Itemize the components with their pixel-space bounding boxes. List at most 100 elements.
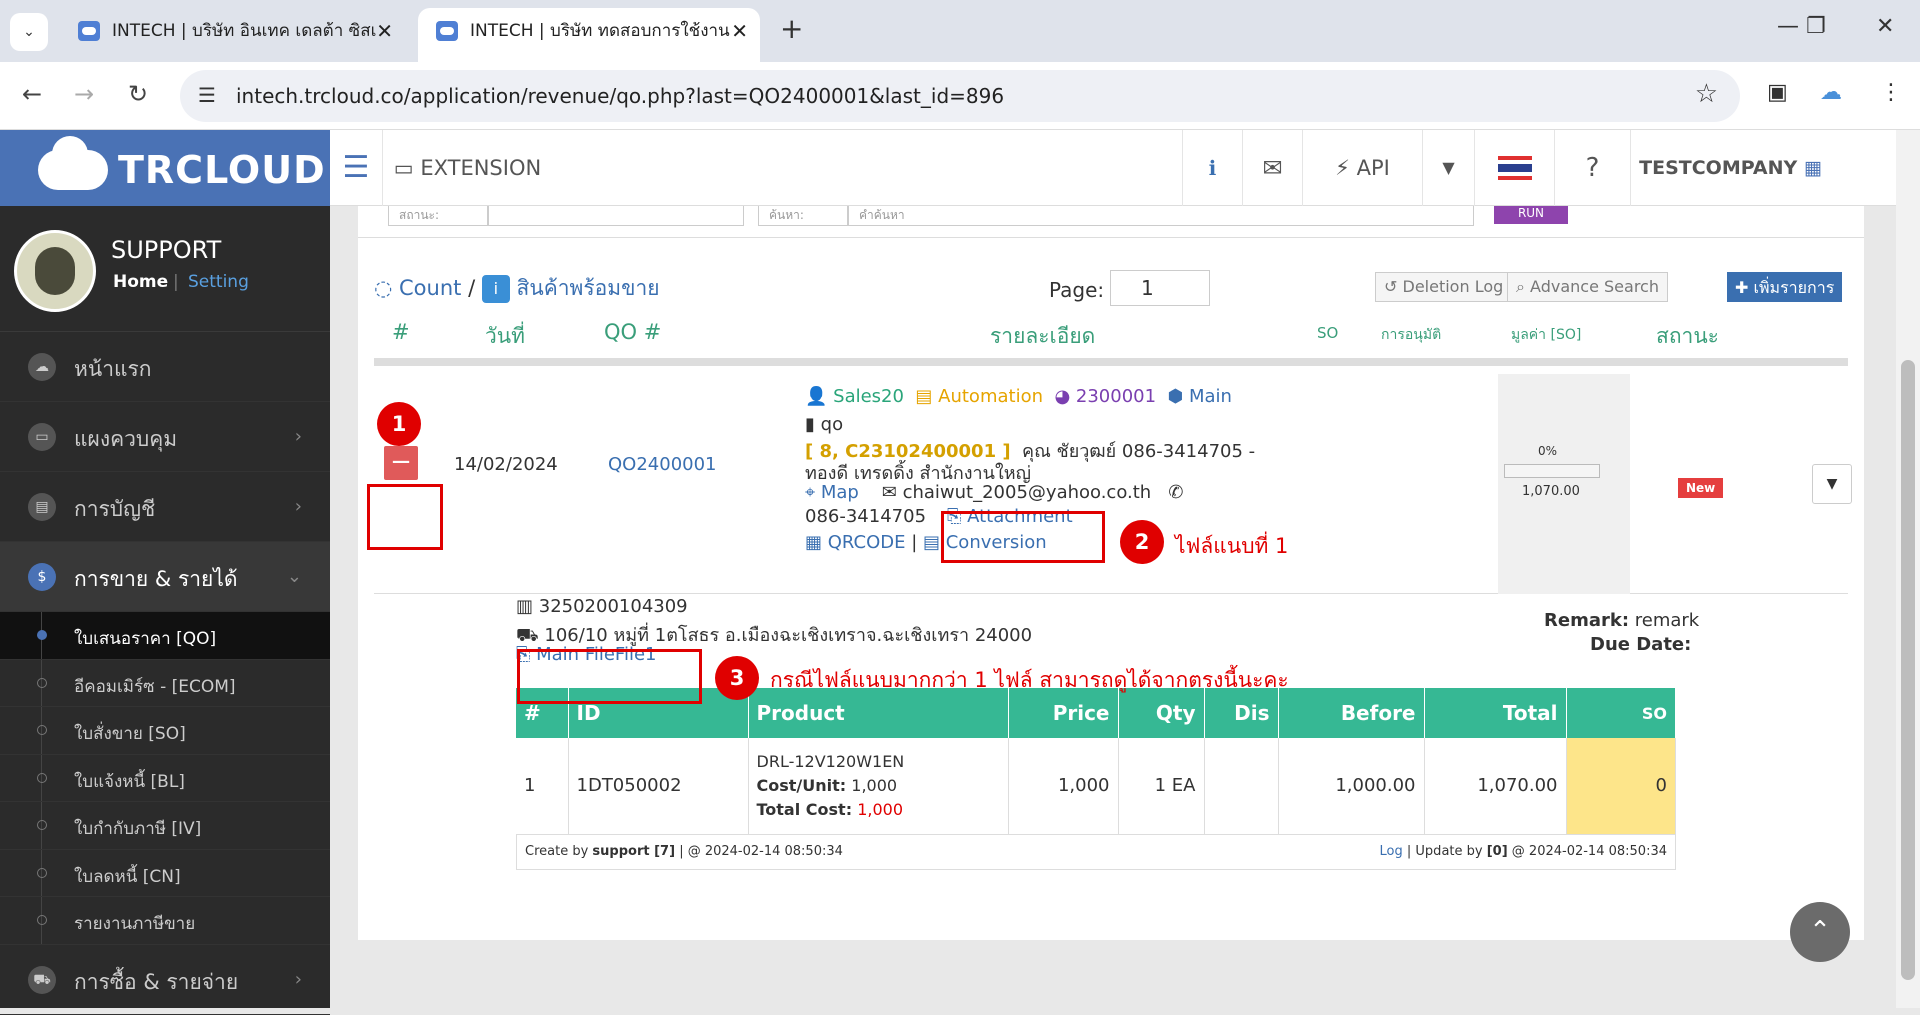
address-bar-row: ← → ↻ ☰ intech.trcloud.co/application/re… bbox=[0, 62, 1920, 130]
api-button[interactable]: ⚡ API bbox=[1302, 130, 1422, 206]
bullet-icon bbox=[37, 772, 47, 783]
chevron-right-icon: › bbox=[294, 426, 302, 447]
row-qo-link[interactable]: QO2400001 bbox=[608, 454, 717, 475]
page-scrollbar[interactable] bbox=[1896, 130, 1920, 1008]
filter-strip: สถานะ: ค้นหา: คำค้นหา RUN bbox=[358, 206, 1864, 238]
main-content: สถานะ: ค้นหา: คำค้นหา RUN ◌ Count / i สิ… bbox=[358, 206, 1864, 940]
omnibox[interactable]: ☰ intech.trcloud.co/application/revenue/… bbox=[180, 70, 1740, 122]
browser-tab-2[interactable]: INTECH | บริษัท ทดสอบการใช้งาน ✕ bbox=[418, 8, 760, 62]
language-flag-button[interactable] bbox=[1474, 130, 1554, 206]
sidebar-item-purchase[interactable]: ⛟ การซื้อ & รายจ่าย › bbox=[0, 945, 330, 1015]
forward-icon[interactable]: → bbox=[74, 80, 94, 108]
cart-icon: ⛟ bbox=[28, 965, 56, 994]
setting-link[interactable]: Setting bbox=[188, 272, 249, 292]
tab-search-button[interactable]: ⌄ bbox=[10, 13, 48, 51]
collapse-row-button[interactable]: − bbox=[384, 446, 418, 480]
site-favicon-icon bbox=[78, 21, 100, 41]
page-input[interactable]: 1 bbox=[1110, 270, 1210, 306]
home-link[interactable]: Home bbox=[113, 272, 168, 292]
refresh-icon[interactable]: ◌ bbox=[374, 276, 392, 300]
table-row: 1 1DT050002 DRL-12V120W1EN Cost/Unit: 1,… bbox=[516, 738, 1676, 835]
cloud-icon bbox=[38, 136, 108, 190]
close-tab-icon[interactable]: ✕ bbox=[731, 8, 748, 54]
profile-separator: | bbox=[173, 272, 179, 292]
user-name: SUPPORT bbox=[111, 236, 222, 264]
sidebar-subitem-ecom[interactable]: อีคอมเมิร์ซ - [ECOM] bbox=[0, 659, 330, 707]
sidebar-subitem-cn[interactable]: ใบลดหนี้ [CN] bbox=[0, 849, 330, 897]
email-icon: ✉ bbox=[881, 482, 897, 503]
sidebar-subitem-qo[interactable]: ใบเสนอราคา [QO] bbox=[0, 612, 330, 660]
search-input[interactable]: คำค้นหา bbox=[848, 206, 1474, 226]
info-notification-icon[interactable]: ℹ bbox=[1182, 130, 1242, 206]
bullet-icon bbox=[37, 867, 47, 878]
qrcode-link[interactable]: ▦ QRCODE bbox=[805, 532, 905, 553]
sidebar-item-sales[interactable]: $ การขาย & รายได้ ⌄ bbox=[0, 542, 330, 612]
company-button[interactable]: TESTCOMPANY ▦ bbox=[1630, 130, 1830, 206]
bullet-icon bbox=[37, 725, 47, 735]
search-label: ค้นหา: bbox=[758, 206, 848, 226]
sidebar: TRCLOUD SUPPORT Home | Setting ☁ หน้าแรก… bbox=[0, 130, 330, 1015]
items-table: # ID Product Price Qty Dis Before Total … bbox=[516, 688, 1676, 835]
sales-submenu: ใบเสนอราคา [QO] อีคอมเมิร์ซ - [ECOM] ใบส… bbox=[0, 612, 330, 945]
truck-icon: ⛟ bbox=[516, 625, 539, 646]
dollar-icon: $ bbox=[28, 563, 56, 591]
col-status: สถานะ bbox=[1656, 324, 1719, 348]
close-window-icon[interactable]: ✕ bbox=[1876, 14, 1894, 39]
sales-person: 👤 Sales20 bbox=[805, 386, 904, 407]
map-link[interactable]: ⌖ Map bbox=[805, 482, 859, 503]
hamburger-menu-icon[interactable]: ☰ bbox=[330, 130, 382, 206]
minimize-icon[interactable]: — bbox=[1777, 14, 1799, 39]
reload-icon[interactable]: ↻ bbox=[128, 80, 148, 108]
sidebar-item-accounting[interactable]: ▤ การบัญชี › bbox=[0, 472, 330, 542]
sidebar-subitem-bl[interactable]: ใบแจ้งหนี้ [BL] bbox=[0, 754, 330, 802]
bullet-icon bbox=[37, 915, 47, 925]
brand-logo[interactable]: TRCLOUD bbox=[0, 130, 330, 206]
table-header: # วันที่ QO # รายละเอียด SO การอนุมัติ ม… bbox=[374, 306, 1848, 366]
ready-stock-link[interactable]: สินค้าพร้อมขาย bbox=[517, 276, 660, 300]
close-tab-icon[interactable]: ✕ bbox=[376, 8, 393, 54]
sidebar-item-dashboard[interactable]: ▭ แผงควบคุม › bbox=[0, 402, 330, 472]
col-date: วันที่ bbox=[485, 324, 525, 348]
col-detail: รายละเอียด bbox=[990, 324, 1096, 348]
col-qo[interactable]: QO # bbox=[604, 320, 661, 344]
site-info-icon[interactable]: ☰ bbox=[198, 83, 216, 107]
status-filter[interactable] bbox=[488, 206, 744, 226]
run-button[interactable]: RUN bbox=[1494, 206, 1568, 224]
caret-down-icon[interactable]: ▼ bbox=[1422, 130, 1474, 206]
log-link[interactable]: Log bbox=[1380, 844, 1403, 859]
deletion-log-button[interactable]: ↺ Deletion Log bbox=[1375, 272, 1513, 302]
row-action-dropdown[interactable]: ▼ bbox=[1812, 464, 1852, 504]
scroll-to-top-button[interactable]: ⌃ bbox=[1790, 902, 1850, 962]
back-icon[interactable]: ← bbox=[22, 80, 42, 108]
sidebar-item-home[interactable]: ☁ หน้าแรก bbox=[0, 332, 330, 402]
help-icon[interactable]: ? bbox=[1554, 130, 1630, 206]
doc-type: ▮ qo bbox=[805, 414, 844, 435]
sidebar-subitem-tax-report[interactable]: รายงานภาษีขาย bbox=[0, 897, 330, 945]
browser-menu-icon[interactable]: ⋮ bbox=[1880, 80, 1902, 105]
cell-dis bbox=[1204, 738, 1279, 835]
extension-button[interactable]: ▭ EXTENSION bbox=[382, 130, 552, 206]
audit-footer: Create by support [7] | @ 2024-02-14 08:… bbox=[516, 834, 1676, 870]
scrollbar-thumb[interactable] bbox=[1901, 360, 1915, 980]
monitor-icon: ▭ bbox=[28, 423, 56, 451]
update-info: Log | Update by [0] @ 2024-02-14 08:50:3… bbox=[1379, 844, 1667, 859]
extension-cloud-icon[interactable]: ☁ bbox=[1820, 80, 1842, 105]
tab-title: INTECH | บริษัท อินเทค เดลต้า ซิสเ bbox=[112, 21, 377, 41]
sidebar-subitem-so[interactable]: ใบสั่งขาย [SO] bbox=[0, 707, 330, 755]
mail-icon[interactable]: ✉ bbox=[1242, 130, 1302, 206]
side-panel-icon[interactable]: ▣ bbox=[1767, 80, 1788, 105]
sidebar-subitem-iv[interactable]: ใบกำกับภาษี [IV] bbox=[0, 802, 330, 850]
contact-line: ⌖ Map ✉ chaiwut_2005@yahoo.co.th ✆ bbox=[805, 482, 1183, 503]
barcode-icon: ▥ bbox=[516, 596, 534, 617]
browser-tab-1[interactable]: INTECH | บริษัท อินเทค เดลต้า ซิสเ ✕ bbox=[60, 8, 405, 62]
bullet-icon bbox=[37, 630, 47, 640]
restore-icon[interactable]: ❐ bbox=[1806, 14, 1826, 39]
advance-search-button[interactable]: ⌕ Advance Search bbox=[1507, 272, 1668, 302]
col-so: SO bbox=[1317, 324, 1339, 342]
new-tab-icon[interactable]: + bbox=[780, 12, 803, 45]
bookmark-star-icon[interactable]: ☆ bbox=[1695, 79, 1718, 109]
count-link[interactable]: Count bbox=[399, 276, 461, 300]
cell-product: DRL-12V120W1EN Cost/Unit: 1,000 Total Co… bbox=[748, 738, 1009, 835]
add-item-button[interactable]: ✚ เพิ่มรายการ bbox=[1727, 272, 1843, 302]
user-profile: SUPPORT Home | Setting bbox=[0, 206, 330, 332]
